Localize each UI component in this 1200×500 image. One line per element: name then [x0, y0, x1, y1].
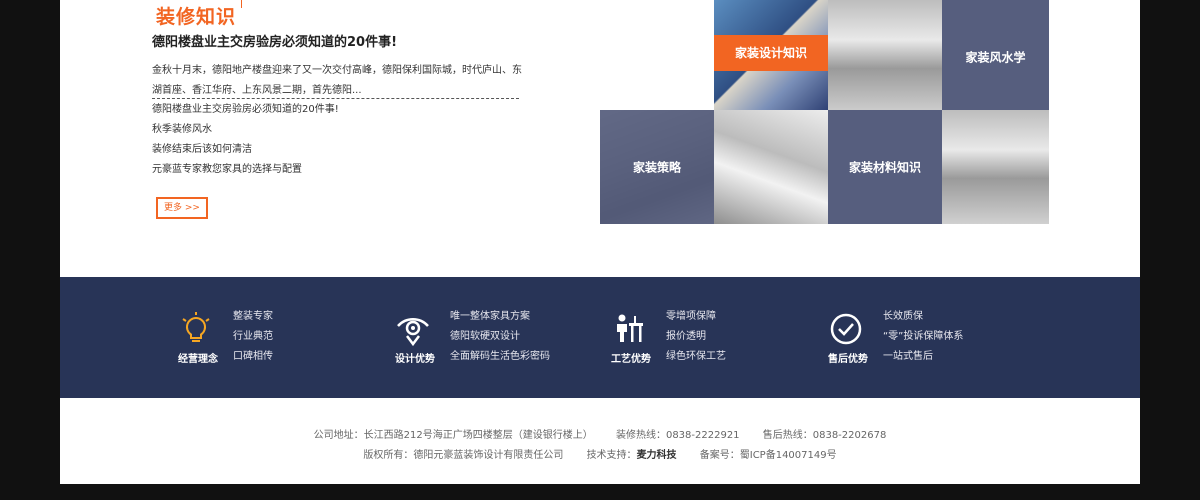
- more-button[interactable]: 更多 >>: [156, 197, 208, 219]
- footer-address: 公司地址：长江西路212号海正广场四楼整层（建设银行楼上）: [313, 430, 593, 441]
- knowledge-section: 装修知识 德阳楼盘业主交房验房必须知道的20件事! 金秋十月末，德阳地产楼盘迎来…: [60, 0, 1140, 277]
- feature-title: 工艺优势: [611, 354, 651, 365]
- list-item: “零”投诉保障体系: [883, 331, 964, 342]
- footer-contact-line: 公司地址：长江西路212号海正广场四楼整层（建设银行楼上） 装修热线：0838-…: [60, 426, 1140, 441]
- feature-list: 唯一整体家具方案 德阳软硬双设计 全面解码生活色彩密码: [450, 307, 550, 367]
- tile-label: 家装策略: [632, 160, 681, 175]
- tile-label: 家装材料知识: [848, 160, 921, 175]
- list-item: 零增项保障: [666, 311, 716, 322]
- tile-fengshui[interactable]: 家装风水学: [942, 0, 1049, 114]
- tile-materials[interactable]: 家装材料知识: [828, 110, 942, 224]
- list-item[interactable]: 德阳楼盘业主交房验房必须知道的20件事!: [152, 100, 339, 120]
- footer-service-hotline: 售后热线：0838-2202678: [762, 430, 887, 441]
- footer-decor-hotline: 装修热线：0838-2222921: [615, 430, 740, 441]
- footer-icp[interactable]: 备案号：蜀ICP备14007149号: [700, 450, 837, 461]
- list-item: 唯一整体家具方案: [450, 311, 530, 322]
- feature-list: 长效质保 “零”投诉保障体系 一站式售后: [883, 307, 963, 367]
- list-item: 长效质保: [883, 311, 923, 322]
- check-icon: [830, 313, 862, 345]
- feature-title: 售后优势: [828, 354, 868, 365]
- tile-strategy[interactable]: 家装策略: [600, 110, 714, 224]
- footer-tech-support: 技术支持：麦力科技: [587, 450, 677, 461]
- featured-article-summary: 金秋十月末，德阳地产楼盘迎来了又一次交付高峰，德阳保利国际城，时代庐山、东湖首座…: [152, 65, 522, 96]
- article-list: 德阳楼盘业主交房验房必须知道的20件事! 秋季装修风水 装修结束后该如何清洁 元…: [152, 100, 339, 180]
- site-footer: 公司地址：长江西路212号海正广场四楼整层（建设银行楼上） 装修热线：0838-…: [60, 398, 1140, 484]
- footer-tech-link[interactable]: 麦力科技: [637, 450, 677, 461]
- list-item: 行业典范: [233, 331, 273, 342]
- title-decoration: [236, 0, 242, 8]
- list-item: 口碑相传: [233, 351, 273, 362]
- tile-photo-room: [828, 0, 942, 114]
- featured-article-title[interactable]: 德阳楼盘业主交房验房必须知道的20件事!: [152, 31, 397, 50]
- list-item: 德阳软硬双设计: [450, 331, 520, 342]
- bulb-icon: [182, 312, 210, 342]
- list-item: 全面解码生活色彩密码: [450, 351, 550, 362]
- tile-photo-bedroom: [942, 110, 1049, 224]
- feature-title: 设计优势: [395, 354, 435, 365]
- tile-label: 家装风水学: [965, 50, 1026, 65]
- list-item: 整装专家: [233, 311, 273, 322]
- feature-title: 经营理念: [178, 354, 218, 365]
- footer-tech-label: 技术支持：: [586, 450, 637, 461]
- feature-list: 零增项保障 报价透明 绿色环保工艺: [666, 307, 726, 367]
- list-item[interactable]: 装修结束后该如何清洁: [152, 140, 339, 160]
- footer-copyright: 版权所有：德阳元豪蓝装饰设计有限责任公司: [363, 450, 564, 461]
- list-item: 一站式售后: [883, 351, 933, 362]
- dashed-divider: [152, 98, 519, 99]
- footer-legal-line: 版权所有：德阳元豪蓝装饰设计有限责任公司 技术支持：麦力科技 备案号：蜀ICP备…: [60, 446, 1140, 461]
- list-item: 报价透明: [666, 331, 706, 342]
- section-title: 装修知识: [156, 6, 237, 28]
- eye-icon: [397, 318, 429, 347]
- list-item: 绿色环保工艺: [666, 351, 726, 362]
- tile-photo-dining: [714, 110, 828, 224]
- list-item[interactable]: 秋季装修风水: [152, 120, 339, 140]
- tile-label: 家装设计知识: [714, 35, 828, 71]
- feature-list: 整装专家 行业典范 口碑相传: [233, 307, 273, 367]
- worker-icon: [617, 314, 643, 342]
- list-item[interactable]: 元豪蓝专家教您家具的选择与配置: [152, 160, 339, 180]
- page-frame: 装修知识 德阳楼盘业主交房验房必须知道的20件事! 金秋十月末，德阳地产楼盘迎来…: [60, 0, 1140, 484]
- tile-design-knowledge[interactable]: 家装设计知识: [714, 0, 828, 114]
- advantages-band: 经营理念 整装专家 行业典范 口碑相传 设计优势 唯一整体家具方案 德阳软硬双设…: [60, 277, 1140, 398]
